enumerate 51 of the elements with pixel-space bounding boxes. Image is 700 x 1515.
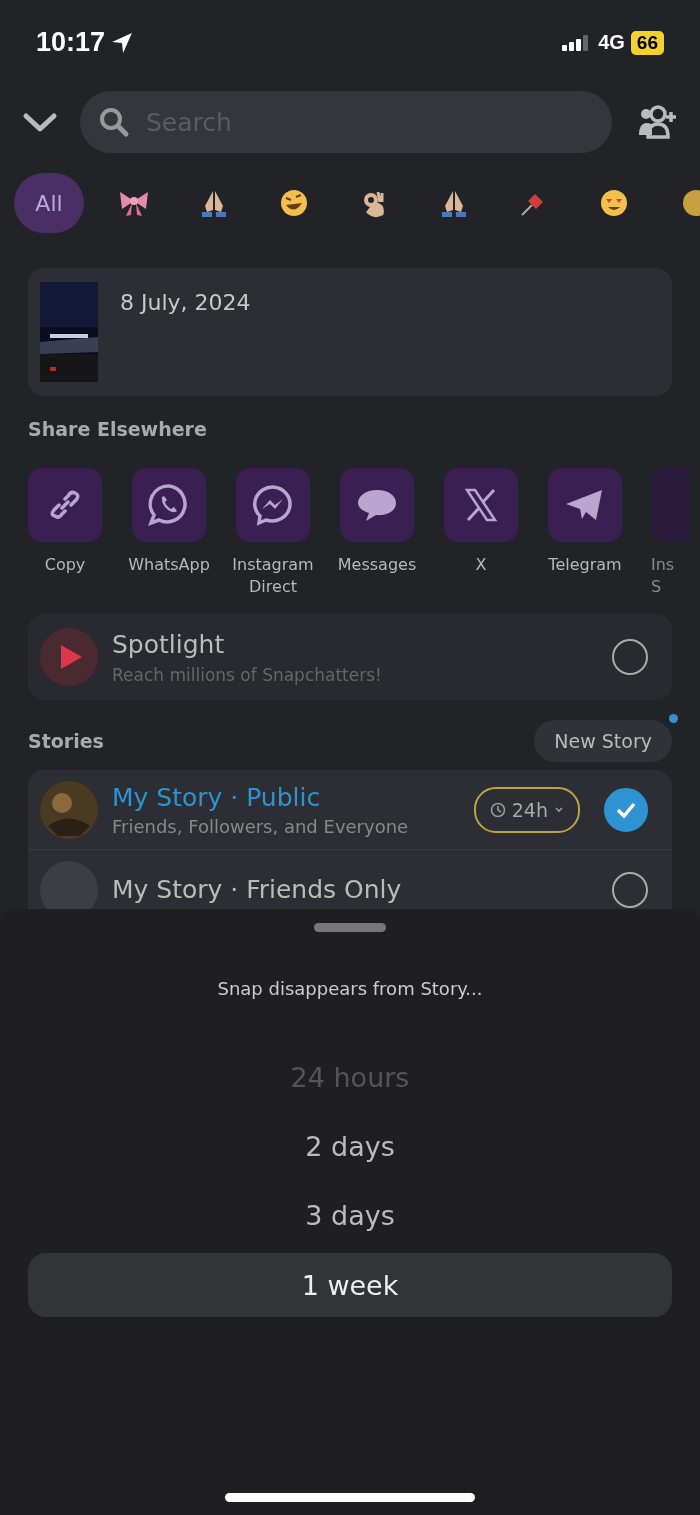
drag-handle[interactable] [314, 923, 386, 932]
picker-option[interactable]: 2 days [28, 1112, 672, 1181]
share-bubble-button[interactable] [340, 468, 414, 542]
share-plane-button[interactable] [548, 468, 622, 542]
share-label: Messages [336, 554, 418, 576]
battery-level: 66 [630, 30, 664, 55]
picker-option[interactable]: 3 days [28, 1181, 672, 1250]
clock-icon [489, 801, 506, 818]
spotlight-row[interactable]: Spotlight Reach millions of Snapchatters! [28, 614, 672, 700]
spotlight-title: Spotlight [112, 629, 226, 659]
snap-date: 8 July, 2024 [120, 290, 251, 317]
share-label: Copy [43, 554, 87, 576]
new-story-button[interactable]: New Story [534, 720, 672, 762]
signal-icon [562, 34, 589, 51]
filter-tab[interactable]: All [14, 173, 84, 233]
section-title: Share Elsewhere [27, 417, 208, 440]
story-title: My Story · Friends Only [112, 875, 403, 904]
share-label: Telegram [547, 554, 623, 576]
laughing-face-icon [279, 188, 309, 218]
share-messenger-button[interactable] [236, 468, 310, 542]
spotlight-subtitle: Reach millions of Snapchatters! [112, 664, 383, 685]
story-checkbox[interactable] [604, 787, 648, 832]
avatar [40, 860, 98, 910]
status-time: 10:17 [36, 27, 106, 58]
add-friend-icon[interactable] [638, 105, 678, 139]
section-title: Stories [28, 730, 104, 752]
story-title: My Story · Public [112, 782, 322, 812]
story-checkbox[interactable] [612, 871, 648, 908]
share-whatsapp-button[interactable] [132, 468, 206, 542]
duration-dropdown[interactable]: 24h [473, 786, 580, 833]
play-icon [40, 628, 98, 686]
share-label: Instagram Direct [231, 554, 315, 598]
share-x-button[interactable] [444, 468, 518, 542]
location-arrow-icon [111, 31, 134, 54]
picker-option[interactable]: 1 week [28, 1253, 672, 1317]
bow-icon [118, 189, 150, 217]
story-subtitle: Friends, Followers, and Everyone [112, 815, 410, 837]
heart-eyes-face-icon [599, 188, 629, 218]
snap-card[interactable]: 8 July, 2024 [28, 268, 672, 396]
share-label: Ins S [651, 554, 676, 598]
share-link-button[interactable] [28, 468, 102, 542]
avatar [40, 780, 98, 839]
chevron-down-icon [554, 805, 564, 814]
share-label: WhatsApp [127, 554, 211, 576]
story-row[interactable]: My Story · Public Friends, Followers, and Everyone 24h [28, 770, 672, 850]
share-label: X [474, 554, 488, 576]
sheet-title: Snap disappears from Story... [217, 978, 483, 999]
spotlight-checkbox[interactable] [612, 639, 648, 675]
network-type: 4G [598, 31, 625, 54]
search-icon [98, 106, 130, 138]
chevron-down-icon[interactable] [22, 110, 58, 134]
